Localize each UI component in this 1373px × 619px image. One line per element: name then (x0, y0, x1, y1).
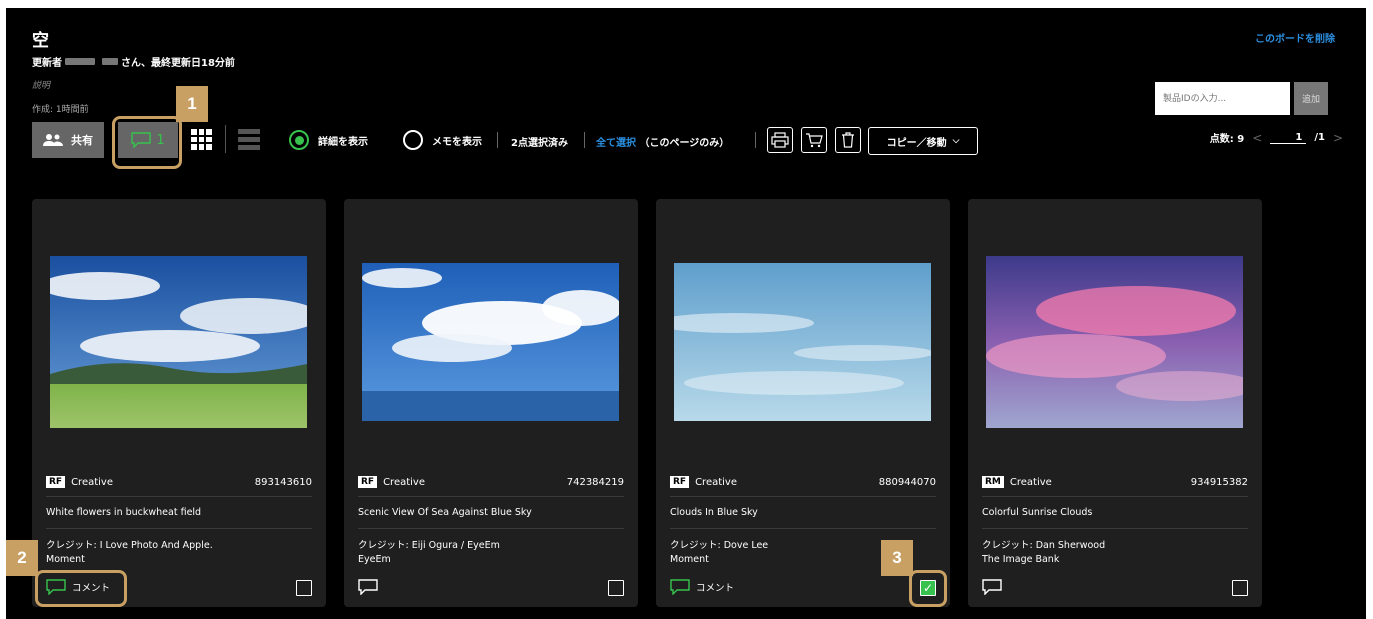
copy-move-dropdown[interactable]: コピー／移動 ⌵ (868, 127, 978, 155)
image-source: EyeEm (358, 554, 391, 565)
image-id: 742384219 (566, 476, 624, 488)
updated-suffix: さん、最終更新日18分前 (121, 58, 235, 69)
comment-icon (670, 579, 690, 595)
select-all: 全て選択 （このページのみ） (596, 134, 729, 149)
prev-page-icon[interactable]: < (1252, 131, 1262, 145)
radio-off-icon (403, 130, 423, 150)
card-meta: RM Creative 934915382 Colorful Sunrise C… (982, 476, 1248, 567)
comment-icon (982, 579, 1002, 595)
grid-view-icon[interactable] (191, 129, 212, 150)
card-comment-button[interactable] (982, 579, 1008, 595)
callout-badge-1: 1 (176, 86, 208, 122)
license-badge: RF (670, 476, 690, 488)
cart-icon (806, 133, 823, 148)
page-input[interactable]: 1 (1270, 132, 1307, 144)
share-button[interactable]: 共有 (32, 122, 104, 158)
board-title: 空 (32, 31, 49, 51)
show-memo-option[interactable]: メモを表示 (403, 130, 482, 150)
updated-info: 更新者 さん、最終更新日18分前 (32, 54, 235, 69)
image-id: 880944070 (878, 476, 936, 488)
trash-icon (842, 132, 854, 148)
photo-thumbnail[interactable] (362, 263, 619, 421)
show-details-option[interactable]: 詳細を表示 (289, 130, 368, 150)
callout-highlight-3 (909, 570, 947, 607)
card-meta: RF Creative 893143610 White flowers in b… (46, 476, 312, 567)
image-title[interactable]: Scenic View Of Sea Against Blue Sky (358, 507, 624, 529)
next-page-icon[interactable]: > (1333, 131, 1343, 145)
chevron-down-icon: ⌵ (952, 136, 960, 146)
selected-count: 2点選択済み (511, 138, 568, 149)
image-source: Moment (46, 554, 85, 565)
add-button[interactable]: 追加 (1294, 82, 1328, 115)
license-badge: RF (46, 476, 66, 488)
show-memo-label: メモを表示 (432, 136, 482, 148)
image-credit: クレジット: Eiji Ogura / EyeEm (358, 540, 500, 551)
divider (755, 132, 756, 148)
image-title[interactable]: Colorful Sunrise Clouds (982, 507, 1248, 529)
copy-move-label: コピー／移動 (886, 137, 947, 149)
pagination: 点数: 9 < 1 /1 > (1209, 130, 1343, 146)
callout-badge-2: 2 (6, 540, 38, 576)
license-badge: RM (982, 476, 1004, 488)
image-title[interactable]: Clouds In Blue Sky (670, 507, 936, 529)
delete-board-link[interactable]: このボードを削除 (1255, 30, 1335, 45)
item-count: 点数: 9 (1209, 134, 1245, 145)
image-credit: クレジット: I Love Photo And Apple. (46, 540, 213, 551)
divider (584, 132, 585, 148)
select-checkbox[interactable] (608, 580, 624, 596)
image-source: The Image Bank (982, 554, 1060, 565)
comment-icon (358, 579, 378, 595)
comment-label: コメント (696, 583, 735, 594)
collection-label: Creative (383, 476, 426, 488)
show-details-label: 詳細を表示 (318, 136, 368, 148)
select-all-scope: （このページのみ） (639, 138, 730, 149)
share-label: 共有 (71, 134, 93, 147)
divider (497, 132, 498, 148)
created-info: 作成: 1時間前 (32, 105, 89, 115)
divider (225, 125, 226, 153)
printer-icon (771, 132, 789, 148)
image-title[interactable]: White flowers in buckwheat field (46, 507, 312, 529)
card-comment-button[interactable]: コメント (670, 579, 734, 595)
updated-prefix: 更新者 (32, 58, 62, 69)
select-checkbox[interactable] (296, 580, 312, 596)
callout-highlight-1 (112, 116, 182, 169)
image-card[interactable]: RF Creative 742384219 Scenic View Of Sea… (344, 199, 638, 607)
cart-button[interactable] (801, 127, 827, 153)
list-view-icon[interactable] (238, 129, 260, 150)
card-meta: RF Creative 742384219 Scenic View Of Sea… (358, 476, 624, 567)
redacted-name (65, 58, 95, 65)
redacted-name (102, 58, 118, 65)
collection-label: Creative (1009, 476, 1052, 488)
collection-label: Creative (695, 476, 738, 488)
image-id: 934915382 (1190, 476, 1248, 488)
image-card[interactable]: RF Creative 893143610 White flowers in b… (32, 199, 326, 607)
image-card[interactable]: RM Creative 934915382 Colorful Sunrise C… (968, 199, 1262, 607)
image-id: 893143610 (254, 476, 312, 488)
board-page: 空 更新者 さん、最終更新日18分前 説明 作成: 1時間前 このボードを削除 … (6, 8, 1366, 619)
license-badge: RF (358, 476, 378, 488)
callout-badge-3: 3 (881, 540, 913, 576)
callout-highlight-2 (35, 570, 127, 607)
radio-on-icon (289, 130, 309, 150)
total-pages: /1 (1314, 132, 1325, 143)
delete-button[interactable] (835, 127, 861, 153)
photo-thumbnail[interactable] (674, 263, 931, 421)
print-button[interactable] (767, 127, 793, 153)
image-credit: クレジット: Dan Sherwood (982, 540, 1106, 551)
photo-thumbnail[interactable] (986, 256, 1243, 428)
board-description[interactable]: 説明 (32, 78, 50, 91)
collection-label: Creative (71, 476, 114, 488)
photo-thumbnail[interactable] (50, 256, 307, 428)
product-id-input[interactable] (1155, 82, 1290, 115)
select-all-link[interactable]: 全て選択 (596, 138, 636, 149)
select-checkbox[interactable] (1232, 580, 1248, 596)
users-icon (43, 134, 63, 146)
card-comment-button[interactable] (358, 579, 384, 595)
